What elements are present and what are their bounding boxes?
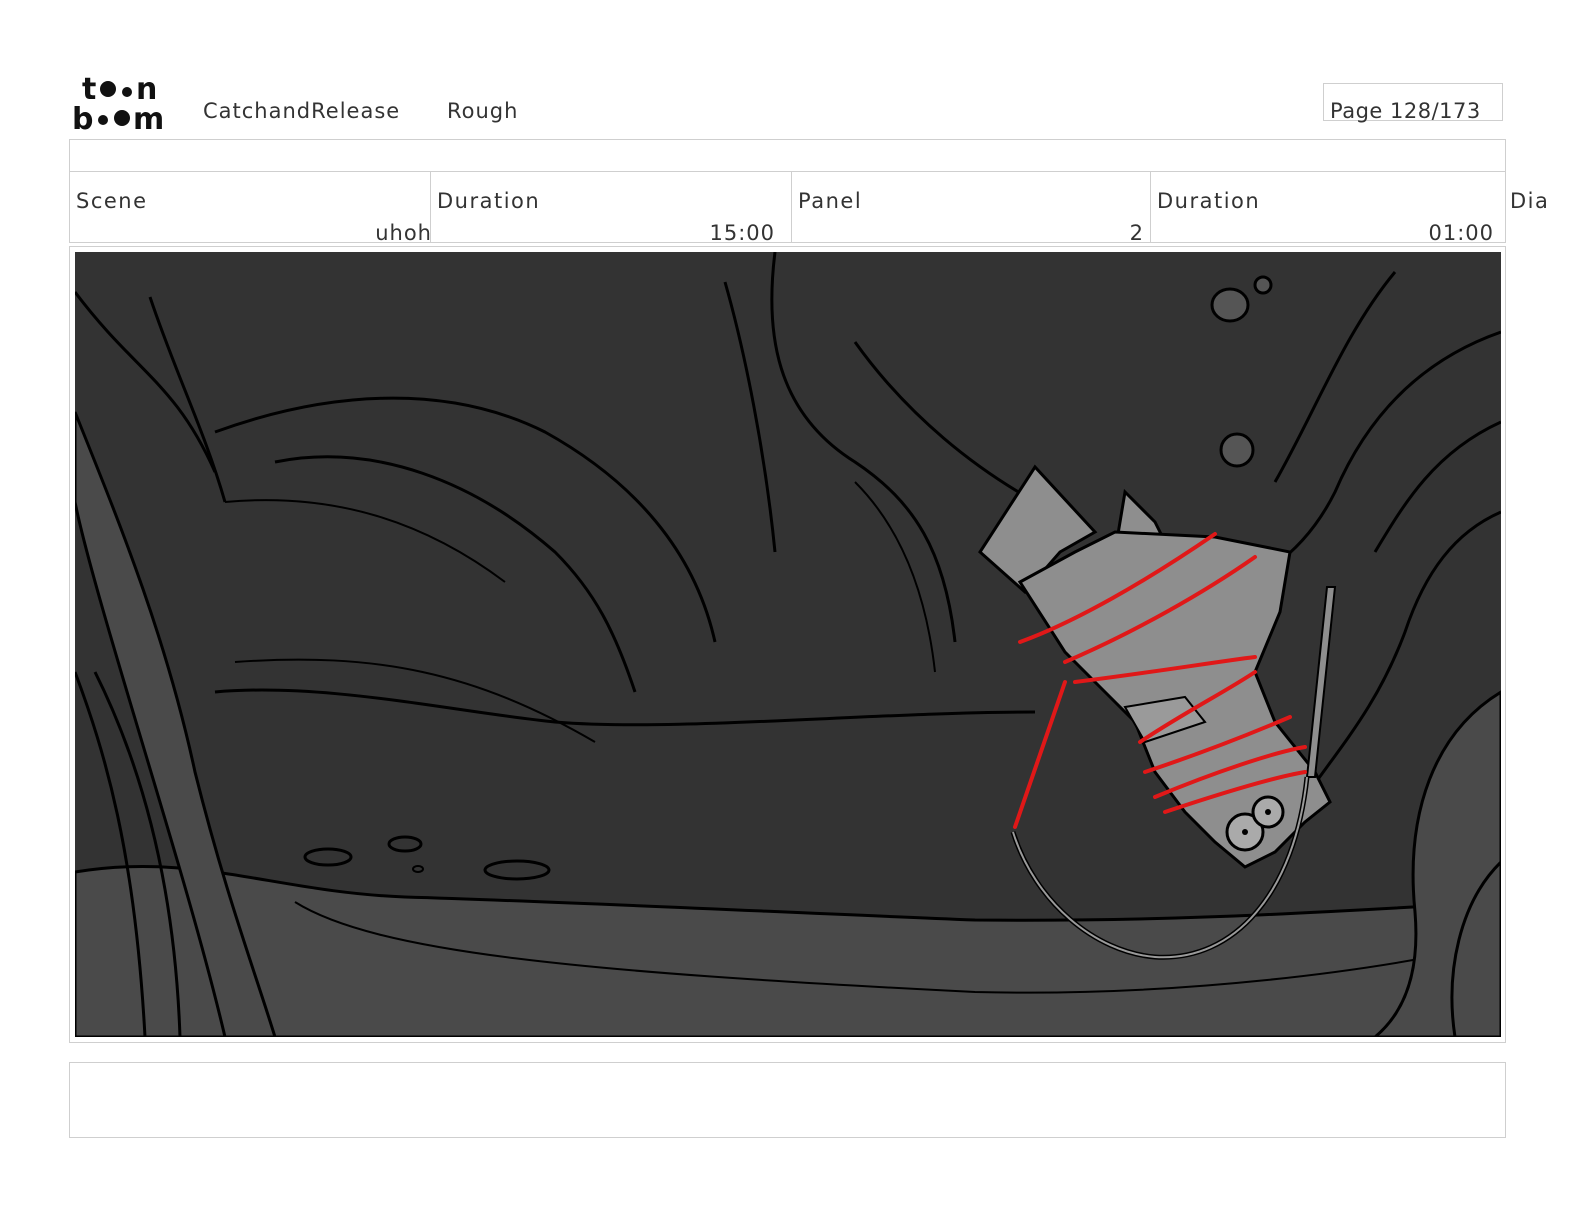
toon-boom-logo: t n b m bbox=[72, 72, 164, 132]
svg-text:b: b bbox=[72, 102, 93, 132]
dialogue-label: Dia bbox=[1510, 189, 1550, 213]
panel-cell: Panel 2 bbox=[792, 172, 1151, 245]
page-number: Page 128/173 bbox=[1330, 99, 1481, 123]
scene-value: uhoh bbox=[375, 221, 432, 245]
scene-cell: Scene uhoh bbox=[70, 172, 432, 245]
panel-label: Panel bbox=[798, 189, 863, 213]
scene-duration-label: Duration bbox=[437, 189, 541, 213]
header-bar bbox=[69, 139, 1506, 172]
panel-duration-cell: Duration 01:00 bbox=[1151, 172, 1506, 245]
notes-box bbox=[69, 1062, 1506, 1138]
project-title: CatchandRelease bbox=[203, 99, 401, 123]
svg-text:m: m bbox=[133, 102, 164, 132]
storyboard-panel-image bbox=[75, 252, 1501, 1037]
panel-value: 2 bbox=[1129, 221, 1144, 245]
stage-label: Rough bbox=[447, 99, 519, 123]
scene-label: Scene bbox=[76, 189, 148, 213]
panel-duration-label: Duration bbox=[1157, 189, 1261, 213]
panel-duration-value: 01:00 bbox=[1428, 221, 1494, 245]
info-row: Scene uhoh Duration 15:00 Panel 2 Durati… bbox=[69, 172, 1506, 245]
scene-duration-cell: Duration 15:00 bbox=[431, 172, 792, 245]
scene-duration-value: 15:00 bbox=[709, 221, 775, 245]
